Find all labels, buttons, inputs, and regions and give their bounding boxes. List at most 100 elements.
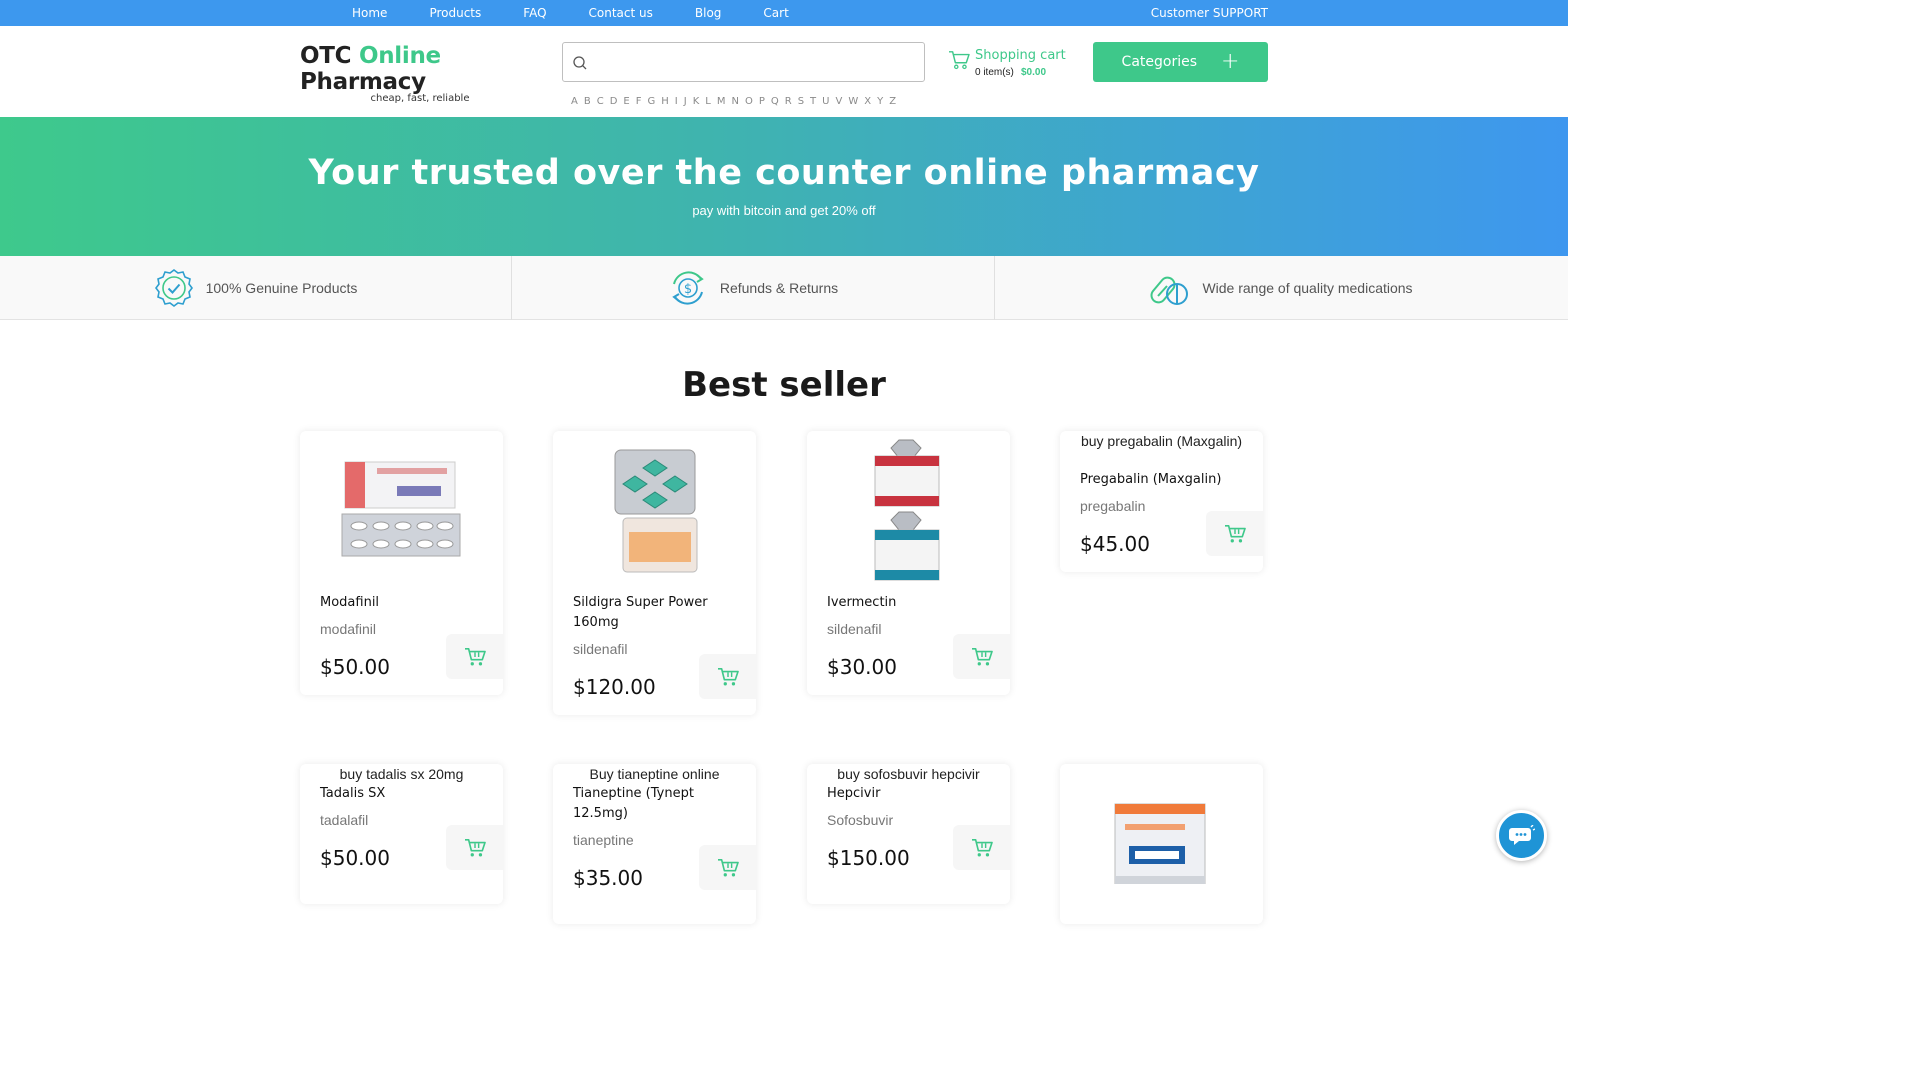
add-to-cart-button[interactable] <box>699 654 756 699</box>
product-card[interactable]: Ivermectin sildenafil $30.00 <box>807 431 1010 695</box>
letter-filter-o[interactable]: O <box>745 96 753 107</box>
letter-filter-r[interactable]: R <box>785 96 792 107</box>
letter-filter-p[interactable]: P <box>759 96 765 107</box>
logo-title: OTC Online Pharmacy <box>300 43 540 95</box>
add-to-cart-button[interactable] <box>446 825 503 870</box>
product-price: $150.00 <box>827 846 910 870</box>
product-image[interactable]: Buy tianeptine online <box>573 764 736 786</box>
search-input[interactable] <box>597 49 917 75</box>
ivermectin-box-image <box>874 439 939 581</box>
add-to-cart-button[interactable] <box>446 634 503 679</box>
product-card[interactable]: Sildigra Super Power 160mg sildenafil $1… <box>553 431 756 715</box>
pills-icon <box>1150 276 1189 305</box>
nav-home-link[interactable]: Home <box>331 6 408 20</box>
letter-filter-f[interactable]: F <box>636 96 642 107</box>
product-card[interactable] <box>1060 764 1263 924</box>
product-name[interactable]: Tadalis SX <box>320 784 485 804</box>
chat-bubble-icon <box>1508 824 1535 845</box>
product-card[interactable]: buy pregabalin (Maxgalin) Pregabalin (Ma… <box>1060 431 1263 572</box>
site-logo[interactable]: OTC Online Pharmacy cheap, fast, reliabl… <box>300 43 540 104</box>
letter-filter-b[interactable]: B <box>584 96 591 107</box>
add-to-cart-button[interactable] <box>699 845 756 890</box>
product-name[interactable]: Tianeptine (Tynept 12.5mg) <box>573 784 738 824</box>
letter-filter-x[interactable]: X <box>864 96 871 107</box>
letter-filter-y[interactable]: Y <box>877 96 883 107</box>
nav-cart-link[interactable]: Cart <box>742 6 809 20</box>
nav-products-link[interactable]: Products <box>408 6 502 20</box>
letter-filter-l[interactable]: L <box>705 96 711 107</box>
letter-filter-w[interactable]: W <box>848 96 858 107</box>
letter-filter-k[interactable]: K <box>693 96 700 107</box>
best-seller-title: Best seller <box>682 365 886 405</box>
add-to-cart-button[interactable] <box>953 825 1010 870</box>
broken-image-alt: buy sofosbuvir hepcivir <box>837 766 980 782</box>
letter-filter-u[interactable]: U <box>822 96 829 107</box>
product-price: $50.00 <box>320 655 390 679</box>
letter-filter-i[interactable]: I <box>675 96 678 107</box>
product-generic: tianeptine <box>573 832 634 848</box>
product-image[interactable]: buy pregabalin (Maxgalin) <box>1080 431 1243 471</box>
cart-total: $0.00 <box>1021 67 1047 78</box>
feature-range-text: Wide range of quality medications <box>1202 280 1413 296</box>
shopping-cart-widget[interactable]: Shopping cart 0 item(s) $0.00 <box>948 46 1088 82</box>
product-card[interactable]: buy tadalis sx 20mg Tadalis SX tadalafil… <box>300 764 503 904</box>
nav-blog-link[interactable]: Blog <box>674 6 743 20</box>
customer-support-link[interactable]: Customer SUPPORT <box>1151 6 1268 20</box>
badge-check-icon <box>154 269 193 307</box>
add-to-cart-button[interactable] <box>953 634 1010 679</box>
product-name[interactable]: Pregabalin (Maxgalin) <box>1080 470 1245 490</box>
feature-genuine: 100% Genuine Products <box>0 256 512 320</box>
letter-filter-q[interactable]: Q <box>771 96 779 107</box>
add-to-cart-button[interactable] <box>1206 511 1263 556</box>
product-name[interactable]: Modafinil <box>320 593 485 613</box>
letter-filter-z[interactable]: Z <box>889 96 896 107</box>
nav-contact-link[interactable]: Contact us <box>568 6 674 20</box>
cart-item-count: 0 item(s) <box>975 67 1014 78</box>
broken-image-alt: Buy tianeptine online <box>589 766 720 782</box>
features-bar: 100% Genuine Products $ Refunds & Return… <box>0 256 1568 320</box>
hero-banner: Your trusted over the counter online pha… <box>0 117 1568 256</box>
product-generic: pregabalin <box>1080 498 1146 514</box>
product-image[interactable] <box>1080 764 1243 884</box>
hero-title: Your trusted over the counter online pha… <box>308 153 1260 193</box>
product-price: $35.00 <box>573 866 643 890</box>
letter-filter-a[interactable]: A <box>571 96 578 107</box>
broken-image-alt: buy pregabalin (Maxgalin) <box>1080 433 1243 449</box>
letter-filter-n[interactable]: N <box>731 96 738 107</box>
svg-text:$: $ <box>684 282 692 297</box>
letter-filter-m[interactable]: M <box>717 96 726 107</box>
categories-button[interactable]: Categories + <box>1093 42 1268 82</box>
product-image[interactable]: buy sofosbuvir hepcivir <box>827 764 990 786</box>
letter-filter-j[interactable]: J <box>684 96 687 107</box>
letter-filter-c[interactable]: C <box>597 96 604 107</box>
sildigra-pack-image <box>614 449 697 573</box>
product-name[interactable]: Ivermectin <box>827 593 992 613</box>
product-name[interactable]: Sildigra Super Power 160mg <box>573 593 738 633</box>
chat-button[interactable] <box>1496 810 1547 861</box>
logo-part-otc: OTC <box>300 43 352 69</box>
product-name[interactable]: Hepcivir <box>827 784 992 804</box>
letter-filter-v[interactable]: V <box>835 96 842 107</box>
product-card[interactable]: Buy tianeptine online Tianeptine (Tynept… <box>553 764 756 924</box>
product-price: $120.00 <box>573 675 656 699</box>
product-generic: Sofosbuvir <box>827 812 894 828</box>
nav-faq-link[interactable]: FAQ <box>502 6 567 20</box>
modafinil-box-image <box>341 461 460 557</box>
letter-filter-e[interactable]: E <box>623 96 629 107</box>
product-image[interactable] <box>573 431 736 591</box>
product-image[interactable] <box>320 431 483 591</box>
letter-filter-s[interactable]: S <box>798 96 804 107</box>
letter-filter-g[interactable]: G <box>648 96 656 107</box>
product-card[interactable]: buy sofosbuvir hepcivir Hepcivir Sofosbu… <box>807 764 1010 904</box>
letter-filter-h[interactable]: H <box>661 96 669 107</box>
product-price: $45.00 <box>1080 532 1150 556</box>
feature-genuine-text: 100% Genuine Products <box>205 280 358 296</box>
product-card[interactable]: Modafinil modafinil $50.00 <box>300 431 503 695</box>
product-image[interactable] <box>827 431 990 591</box>
feature-refunds: $ Refunds & Returns <box>512 256 995 320</box>
letter-filter-t[interactable]: T <box>810 96 816 107</box>
cart-icon <box>717 858 739 876</box>
product-image[interactable]: buy tadalis sx 20mg <box>320 764 483 786</box>
letter-filter-d[interactable]: D <box>610 96 618 107</box>
product-generic: tadalafil <box>320 812 369 828</box>
